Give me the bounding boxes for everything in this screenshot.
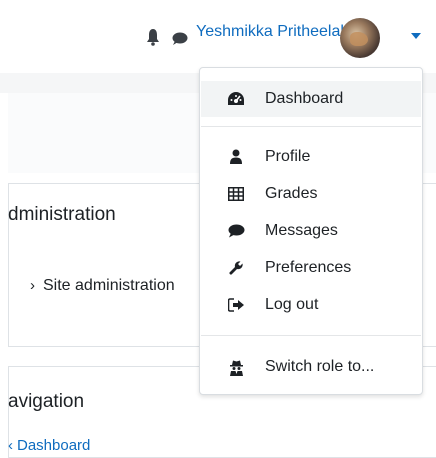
dashboard-icon [227,90,245,108]
user-secret-icon [227,358,245,376]
site-administration-node[interactable]: › Site administration [30,277,175,295]
bell-icon[interactable] [146,28,160,46]
chat-icon [227,222,245,240]
chevron-left-icon: ‹ [8,437,13,454]
nav-dashboard-link[interactable]: ‹ Dashboard [8,437,90,454]
menu-item-profile[interactable]: Profile [201,139,421,175]
avatar[interactable] [340,18,380,58]
menu-item-preferences[interactable]: Preferences [201,250,421,286]
user-name-link[interactable]: Yeshmikka Pritheelal [196,23,344,41]
menu-divider [201,335,421,336]
table-icon [227,185,245,203]
chevron-right-icon: › [30,277,35,294]
menu-item-messages[interactable]: Messages [201,213,421,249]
chat-icon[interactable] [172,32,188,46]
top-navbar: Yeshmikka Pritheelal [0,0,436,73]
menu-item-grades[interactable]: Grades [201,176,421,212]
caret-down-icon[interactable] [411,33,421,39]
user-dropdown-menu: Dashboard Profile Grades Messages Prefer… [199,67,423,395]
site-administration-label: Site administration [43,277,175,294]
menu-item-switch-role[interactable]: Switch role to... [201,349,421,385]
wrench-icon [227,259,245,277]
sign-out-icon [227,296,245,314]
menu-item-log-out[interactable]: Log out [201,287,421,323]
navigation-title: avigation [8,391,85,412]
user-icon [227,148,245,166]
menu-item-dashboard[interactable]: Dashboard [201,81,421,117]
menu-divider [201,126,421,127]
administration-title: dministration [8,204,116,225]
